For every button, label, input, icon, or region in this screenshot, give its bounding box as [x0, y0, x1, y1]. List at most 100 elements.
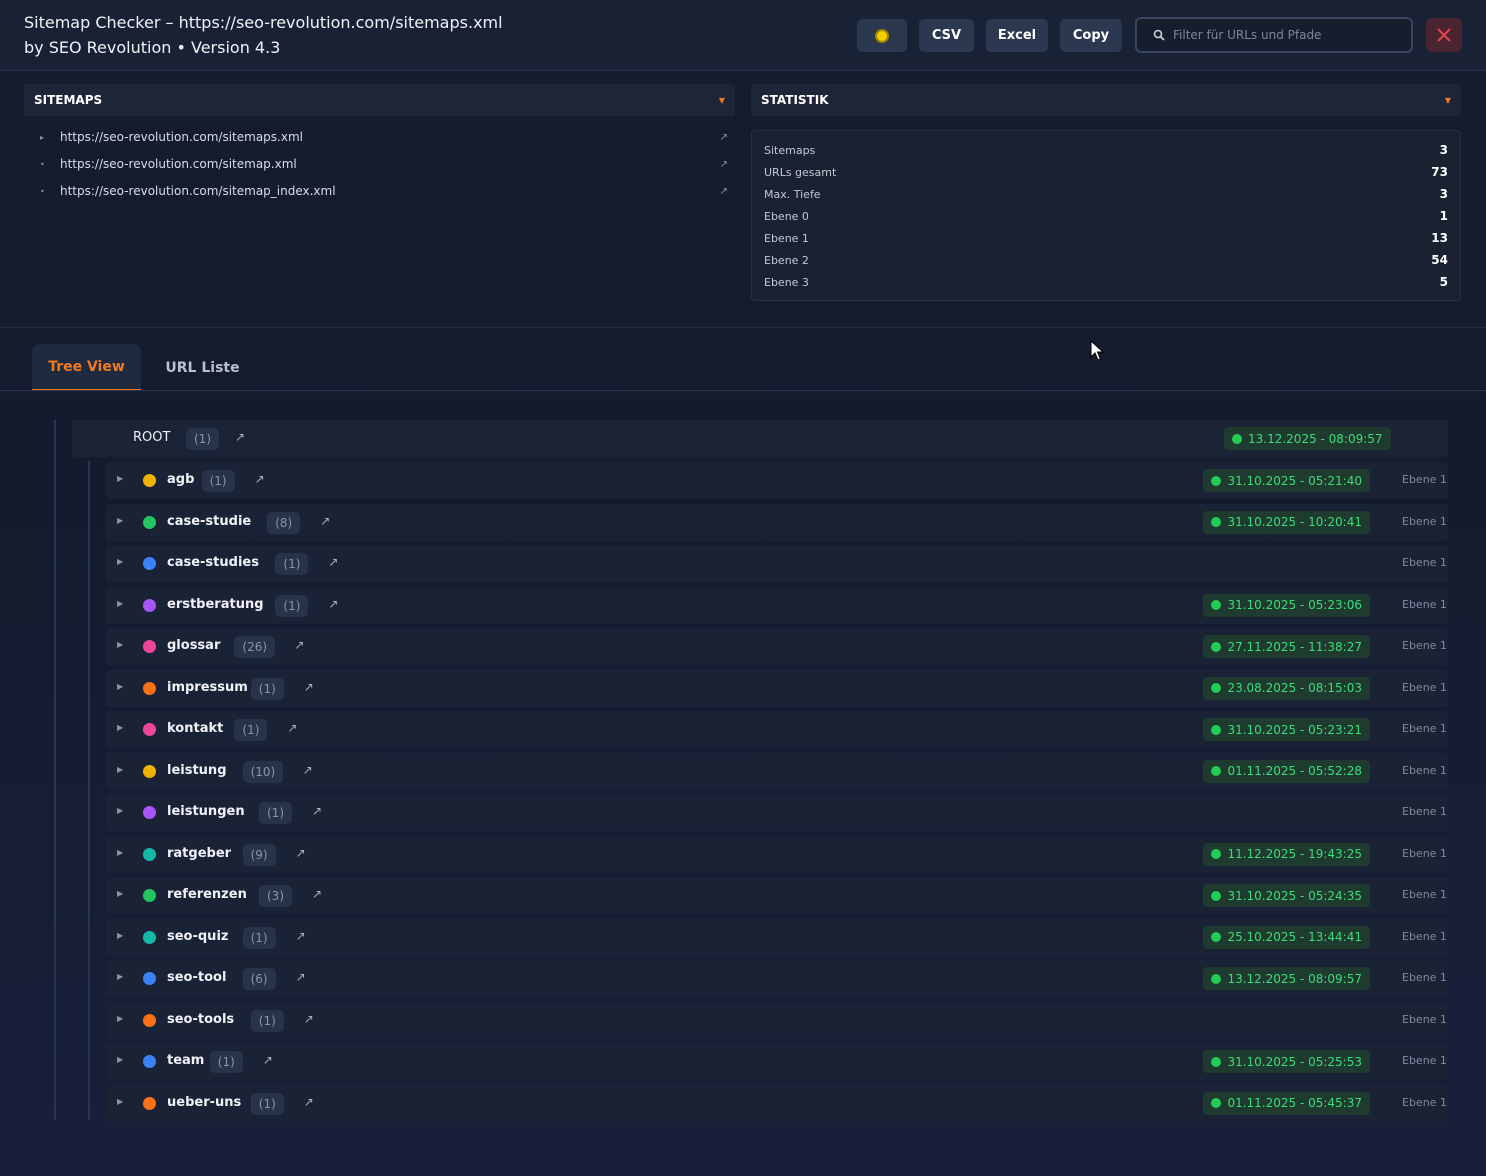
tree-node-row[interactable]: ▶ team (1) ↗ 31.10.2025 - 05:25:53 Ebene 1: [106, 1043, 1448, 1080]
sitemap-url[interactable]: https://seo-revolution.com/sitemaps.xml: [60, 130, 720, 144]
node-name[interactable]: seo-quiz: [167, 929, 228, 944]
expand-arrow-icon[interactable]: ▶: [117, 765, 123, 774]
tree-node-row[interactable]: ▶ referenzen (3) ↗ 31.10.2025 - 05:24:35 Eben…: [106, 877, 1448, 914]
sitemap-url[interactable]: https://seo-revolution.com/sitemap_index…: [60, 184, 720, 198]
external-link-icon[interactable]: ↗: [720, 186, 728, 197]
expand-arrow-icon[interactable]: ▶: [117, 972, 123, 981]
external-link-icon[interactable]: ↗: [304, 1012, 314, 1026]
node-name[interactable]: ueber-uns: [167, 1095, 241, 1110]
theme-toggle-button[interactable]: [857, 19, 907, 52]
url-count-badge: (1): [250, 1009, 284, 1032]
node-name[interactable]: case-studie: [167, 514, 251, 529]
tree-node-row[interactable]: ▶ case-studie (8) ↗ 31.10.2025 - 10:20:41 Ebe…: [106, 503, 1448, 541]
lastmod-badge: 01.11.2025 - 05:45:37: [1203, 1091, 1370, 1115]
tree-root-row[interactable]: ROOT (1) ↗ 13.12.2025 - 08:09:57: [72, 420, 1448, 457]
node-name[interactable]: case-studies: [167, 555, 259, 570]
tree-node-row[interactable]: ▶ leistungen (1) ↗ Ebene 1: [106, 794, 1448, 831]
lastmod-badge: 25.10.2025 - 13:44:41: [1203, 925, 1370, 949]
external-link-icon[interactable]: ↗: [263, 1053, 273, 1067]
external-link-icon[interactable]: ↗: [328, 597, 338, 611]
status-dot-icon: [1211, 1056, 1222, 1067]
external-link-icon[interactable]: ↗: [720, 132, 728, 143]
tree-node-row[interactable]: ▶ glossar (26) ↗ 27.11.2025 - 11:38:27 Ebene …: [106, 628, 1448, 665]
search-input[interactable]: [1173, 28, 1393, 42]
collapse-caret-icon[interactable]: ▼: [719, 96, 725, 105]
node-name[interactable]: leistung: [167, 763, 227, 778]
node-name[interactable]: agb: [167, 472, 194, 487]
expand-arrow-icon[interactable]: ▶: [117, 474, 123, 483]
tree-node-row[interactable]: ▶ kontakt (1) ↗ 31.10.2025 - 05:23:21 Ebene 1: [106, 711, 1448, 748]
tree-node-row[interactable]: ▶ seo-tools (1) ↗ Ebene 1: [106, 1001, 1448, 1039]
external-link-icon[interactable]: ↗: [312, 887, 322, 901]
folder-color-dot-icon: [143, 474, 156, 487]
expand-arrow-icon[interactable]: ▶: [117, 682, 123, 691]
folder-color-dot-icon: [143, 889, 156, 902]
tree-node-row[interactable]: ▶ seo-tool (6) ↗ 13.12.2025 - 08:09:57 Ebene …: [106, 960, 1448, 997]
node-name[interactable]: seo-tools: [167, 1012, 234, 1027]
external-link-icon[interactable]: ↗: [320, 514, 330, 528]
folder-color-dot-icon: [143, 640, 156, 653]
depth-level-label: Ebene 1: [1402, 556, 1447, 569]
external-link-icon[interactable]: ↗: [296, 970, 306, 984]
tree-node-row[interactable]: ▶ ueber-uns (1) ↗ 01.11.2025 - 05:45:37 Ebene…: [106, 1084, 1448, 1122]
expand-arrow-icon[interactable]: ▶: [117, 557, 123, 566]
expand-arrow-icon[interactable]: ▶: [117, 889, 123, 898]
node-name[interactable]: impressum: [167, 680, 248, 695]
search-box[interactable]: [1135, 17, 1413, 53]
sitemaps-panel-header[interactable]: SITEMAPS ▼: [24, 84, 735, 116]
tab-url-liste[interactable]: URL Liste: [155, 344, 250, 391]
expand-arrow-icon[interactable]: ▶: [117, 640, 123, 649]
tree-node-row[interactable]: ▶ agb (1) ↗ 31.10.2025 - 05:21:40 Ebene 1: [106, 462, 1448, 499]
tab-divider: [0, 390, 1486, 391]
node-name[interactable]: glossar: [167, 638, 220, 653]
expand-arrow-icon[interactable]: ▶: [117, 806, 123, 815]
sitemap-item[interactable]: • https://seo-revolution.com/sitemap.xml ↗: [36, 154, 728, 174]
expand-arrow-icon[interactable]: ▶: [117, 1014, 123, 1023]
sitemap-item[interactable]: ▸ https://seo-revolution.com/sitemaps.xml…: [36, 127, 728, 147]
tree-node-row[interactable]: ▶ seo-quiz (1) ↗ 25.10.2025 - 13:44:41 Ebene …: [106, 918, 1448, 956]
expand-arrow-icon[interactable]: ▶: [117, 1055, 123, 1064]
external-link-icon[interactable]: ↗: [720, 159, 728, 170]
external-link-icon[interactable]: ↗: [296, 846, 306, 860]
external-link-icon[interactable]: ↗: [303, 763, 313, 777]
tab-tree-view[interactable]: Tree View: [32, 344, 141, 391]
external-link-icon[interactable]: ↗: [312, 804, 322, 818]
excel-button[interactable]: Excel: [986, 19, 1048, 52]
expand-arrow-icon[interactable]: ▶: [117, 599, 123, 608]
external-link-icon[interactable]: ↗: [296, 929, 306, 943]
external-link-icon[interactable]: ↗: [294, 638, 304, 652]
node-name[interactable]: erstberatung: [167, 597, 264, 612]
tree-node-row[interactable]: ▶ leistung (10) ↗ 01.11.2025 - 05:52:28 Ebene…: [106, 752, 1448, 790]
node-name[interactable]: team: [167, 1053, 204, 1068]
folder-color-dot-icon: [143, 723, 156, 736]
external-link-icon[interactable]: ↗: [304, 1095, 314, 1109]
expand-arrow-icon[interactable]: ▶: [117, 1097, 123, 1106]
expand-arrow-icon[interactable]: ▶: [117, 931, 123, 940]
node-name[interactable]: leistungen: [167, 804, 245, 819]
statistik-panel-header[interactable]: STATISTIK ▼: [751, 84, 1461, 116]
close-button[interactable]: [1426, 18, 1462, 52]
expand-arrow-icon[interactable]: ▶: [117, 848, 123, 857]
expand-arrow-icon[interactable]: ▶: [117, 516, 123, 525]
lastmod-date: 01.11.2025 - 05:45:37: [1227, 1096, 1362, 1110]
sitemap-url[interactable]: https://seo-revolution.com/sitemap.xml: [60, 157, 720, 171]
collapse-caret-icon[interactable]: ▼: [1445, 96, 1451, 105]
sitemap-item[interactable]: • https://seo-revolution.com/sitemap_inde…: [36, 181, 728, 201]
folder-color-dot-icon: [143, 557, 156, 570]
tree-node-row[interactable]: ▶ ratgeber (9) ↗ 11.12.2025 - 19:43:25 Ebene …: [106, 835, 1448, 873]
csv-button[interactable]: CSV: [919, 19, 974, 52]
node-name[interactable]: referenzen: [167, 887, 247, 902]
node-name[interactable]: seo-tool: [167, 970, 226, 985]
copy-button[interactable]: Copy: [1060, 19, 1122, 52]
node-name[interactable]: kontakt: [167, 721, 223, 736]
tree-node-row[interactable]: ▶ case-studies (1) ↗ Ebene 1: [106, 545, 1448, 582]
external-link-icon[interactable]: ↗: [304, 680, 314, 694]
external-link-icon[interactable]: ↗: [287, 721, 297, 735]
tree-node-row[interactable]: ▶ erstberatung (1) ↗ 31.10.2025 - 05:23:06 Eb…: [106, 586, 1448, 624]
external-link-icon[interactable]: ↗: [328, 555, 338, 569]
expand-arrow-icon[interactable]: ▶: [117, 723, 123, 732]
tree-node-row[interactable]: ▶ impressum (1) ↗ 23.08.2025 - 08:15:03 Ebene…: [106, 669, 1448, 707]
external-link-icon[interactable]: ↗: [235, 430, 245, 444]
external-link-icon[interactable]: ↗: [255, 472, 265, 486]
node-name[interactable]: ratgeber: [167, 846, 231, 861]
